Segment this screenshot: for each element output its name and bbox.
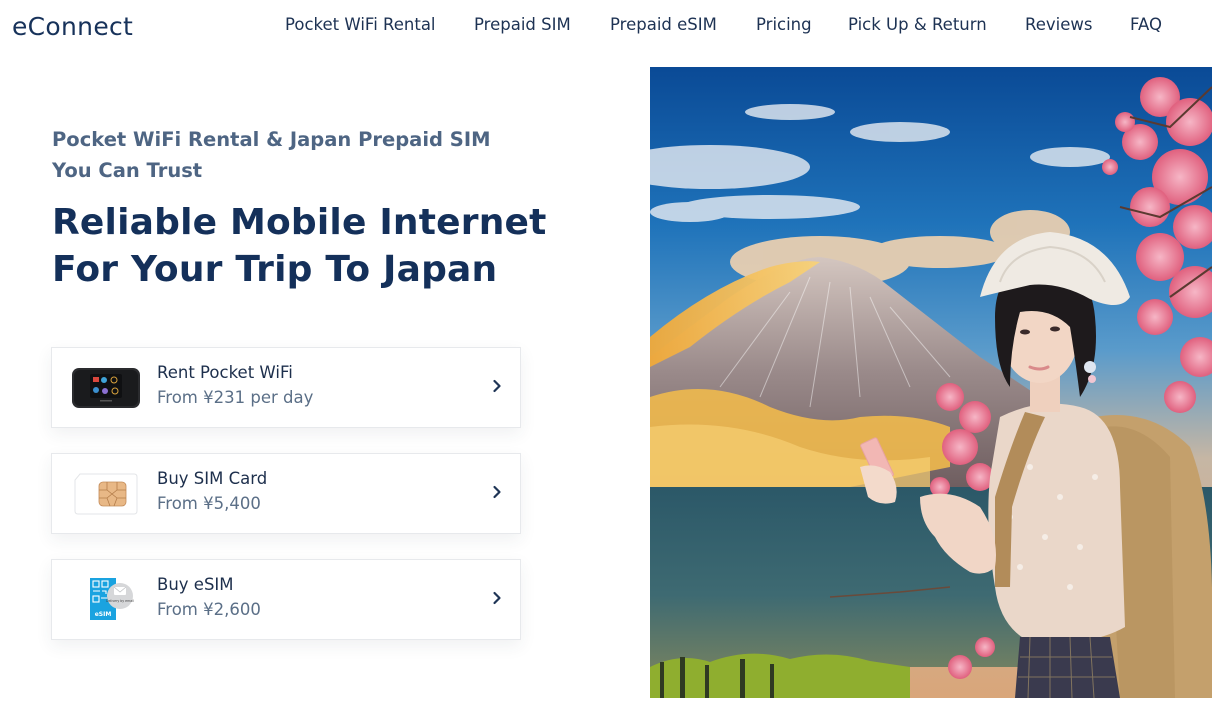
site-header: eConnect Pocket WiFi Rental Prepaid SIM … — [0, 0, 1214, 56]
hero-kicker-line-2: You Can Trust — [52, 159, 203, 182]
chevron-right-icon — [493, 591, 501, 605]
nav-reviews[interactable]: Reviews — [1025, 14, 1092, 36]
card-title: Buy SIM Card — [157, 469, 268, 488]
chevron-right-icon — [493, 379, 501, 393]
hero-kicker-line-1: Pocket WiFi Rental & Japan Prepaid SIM — [52, 128, 491, 151]
esim-badge-text: eSIM — [95, 611, 112, 618]
nav-prepaid-sim[interactable]: Prepaid SIM — [474, 14, 571, 36]
brand-logo[interactable]: eConnect — [12, 10, 152, 42]
card-title: Buy eSIM — [157, 575, 234, 594]
nav-pick-up-return[interactable]: Pick Up & Return — [848, 14, 987, 36]
sim-card-icon — [70, 468, 142, 518]
card-price: From ¥231 per day — [157, 388, 314, 407]
card-title: Rent Pocket WiFi — [157, 363, 293, 382]
hero-headline-line-1: Reliable Mobile Internet — [52, 202, 547, 243]
buy-esim-card[interactable]: eSIM Delivery by email Buy eSIM From ¥2,… — [51, 559, 521, 640]
hero-illustration — [650, 67, 1212, 698]
nav-pocket-wifi-rental[interactable]: Pocket WiFi Rental — [285, 14, 436, 36]
hero-headline: Reliable Mobile Internet For Your Trip T… — [52, 199, 632, 293]
hero-kicker: Pocket WiFi Rental & Japan Prepaid SIM Y… — [52, 124, 612, 186]
logo-text: eConnect — [12, 12, 133, 41]
hero-image — [650, 67, 1212, 698]
buy-sim-card-card[interactable]: Buy SIM Card From ¥5,400 — [51, 453, 521, 534]
card-price: From ¥5,400 — [157, 494, 261, 513]
card-price: From ¥2,600 — [157, 600, 261, 619]
nav-prepaid-esim[interactable]: Prepaid eSIM — [610, 14, 717, 36]
econnect-logo-icon: eConnect — [12, 12, 133, 41]
nav-faq[interactable]: FAQ — [1130, 14, 1162, 36]
esim-icon: eSIM Delivery by email — [70, 574, 142, 624]
esim-delivery-note: Delivery by email — [106, 599, 134, 603]
chevron-right-icon — [493, 485, 501, 499]
pocket-wifi-device-icon — [70, 362, 142, 412]
rent-pocket-wifi-card[interactable]: Rent Pocket WiFi From ¥231 per day — [51, 347, 521, 428]
hero-headline-line-2: For Your Trip To Japan — [52, 249, 498, 290]
nav-pricing[interactable]: Pricing — [756, 14, 812, 36]
